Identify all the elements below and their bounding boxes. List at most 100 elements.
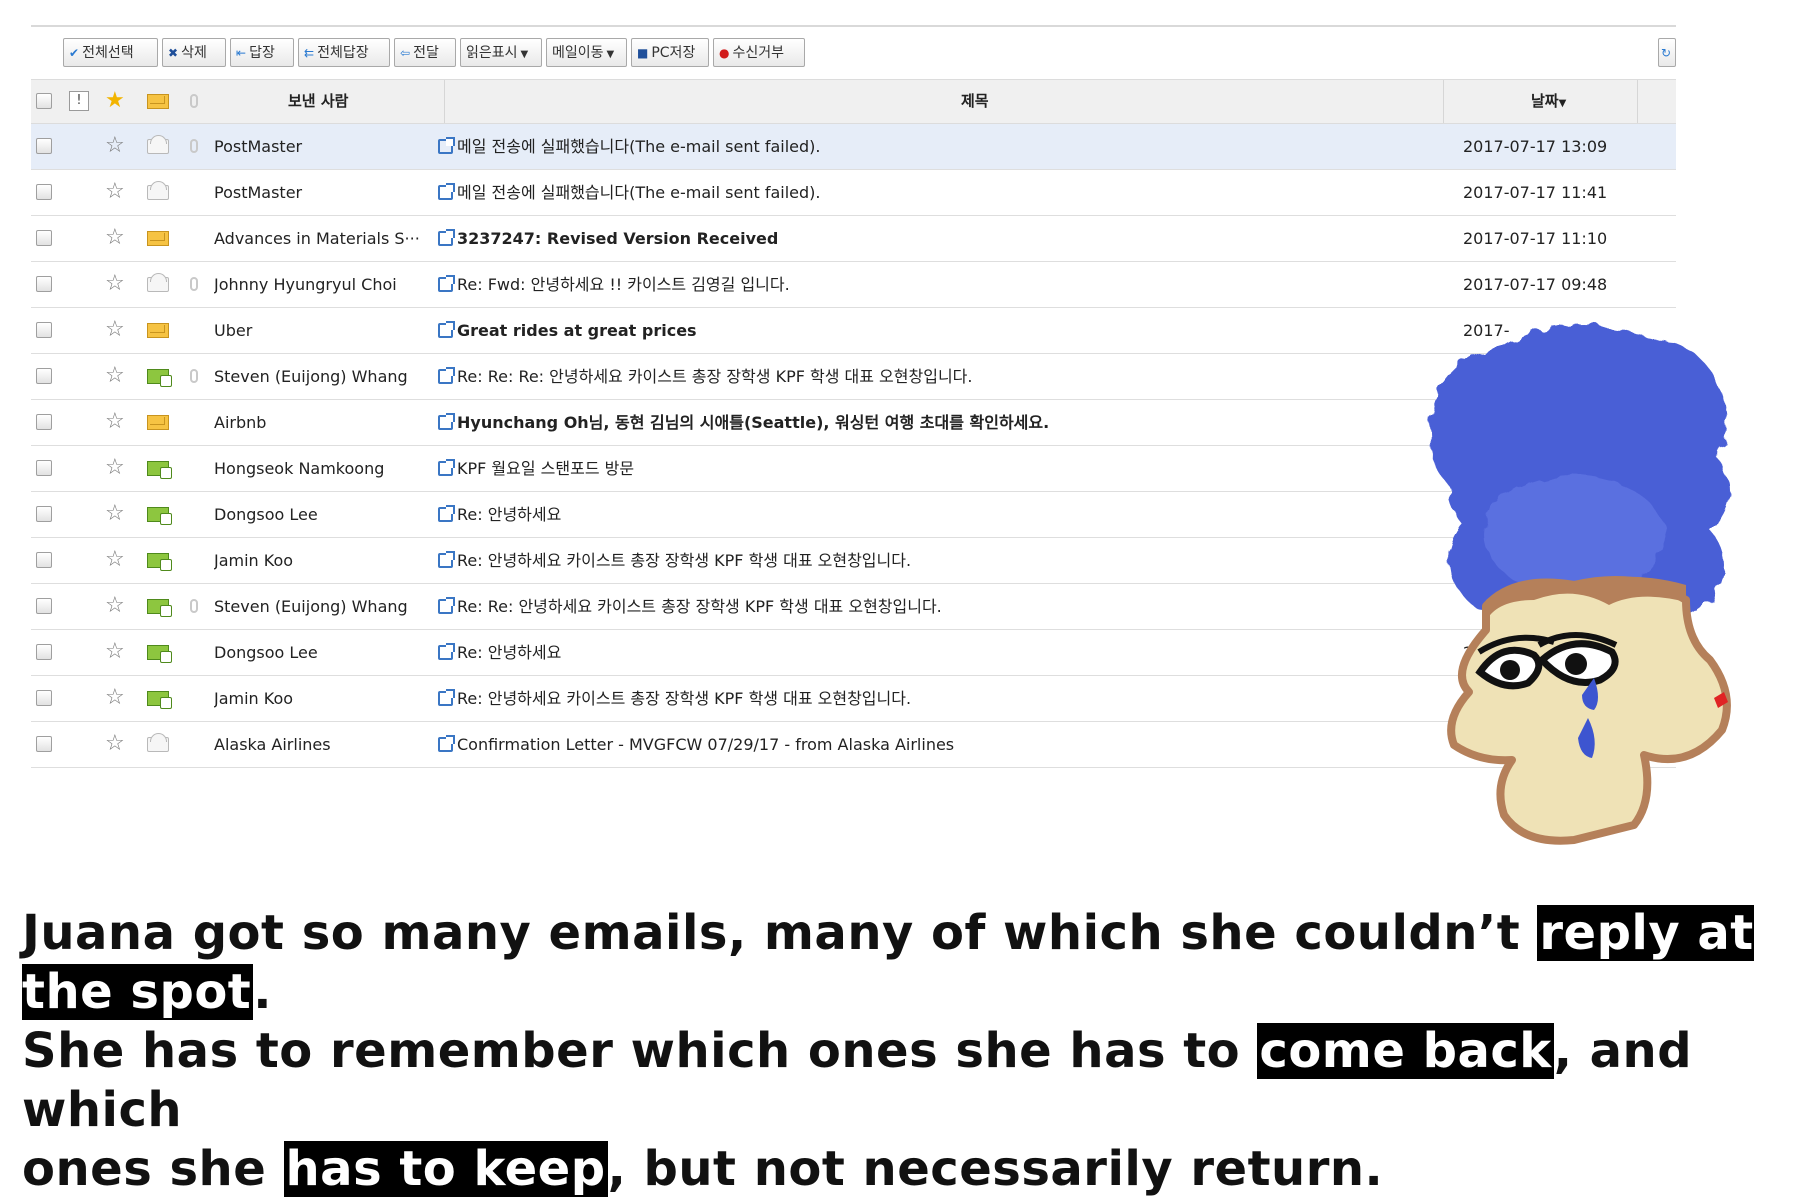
sender-name[interactable]: Dongsoo Lee xyxy=(214,492,419,537)
open-new-window-icon[interactable] xyxy=(438,459,455,476)
star-icon[interactable]: ☆ xyxy=(105,133,125,159)
star-icon[interactable]: ☆ xyxy=(105,593,125,619)
star-icon[interactable]: ☆ xyxy=(105,409,125,435)
subject-link[interactable]: Re: 안녕하세요 xyxy=(438,630,561,675)
x-icon: ✖ xyxy=(168,46,179,60)
star-icon[interactable]: ☆ xyxy=(105,501,125,527)
subject-column-header[interactable]: 제목 xyxy=(961,80,989,123)
row-checkbox[interactable] xyxy=(36,184,52,200)
attachment-header-icon[interactable] xyxy=(190,94,198,108)
move-mail-dropdown[interactable]: 메일이동 ▼ xyxy=(546,38,627,67)
subject-link[interactable]: Re: Re: 안녕하세요 카이스트 총장 장학생 KPF 학생 대표 오현창입… xyxy=(438,584,942,629)
open-new-window-icon[interactable] xyxy=(438,321,455,338)
row-checkbox[interactable] xyxy=(36,322,52,338)
importance-icon[interactable]: ! xyxy=(69,91,89,111)
save-icon: ■ xyxy=(637,46,649,60)
open-new-window-icon[interactable] xyxy=(438,597,455,614)
row-checkbox[interactable] xyxy=(36,506,52,522)
sender-name[interactable]: Steven (Euijong) Whang xyxy=(214,354,419,399)
sender-name[interactable]: PostMaster xyxy=(214,124,419,169)
caption-line-3: ones she has to keep, but not necessaril… xyxy=(22,1141,1384,1197)
subject-link[interactable]: Re: 안녕하세요 카이스트 총장 장학생 KPF 학생 대표 오현창입니다. xyxy=(438,538,911,583)
received-date: 2017-07-17 11:41 xyxy=(1463,183,1608,202)
face xyxy=(1447,576,1731,845)
envelope-icon xyxy=(147,733,169,752)
delete-button[interactable]: ✖ 삭제 xyxy=(162,38,226,67)
open-new-window-icon[interactable] xyxy=(438,551,455,568)
open-new-window-icon[interactable] xyxy=(438,229,455,246)
row-checkbox[interactable] xyxy=(36,736,52,752)
mail-row[interactable]: ☆ Advances in Materials S··· 3237247: Revi… xyxy=(31,216,1676,262)
open-new-window-icon[interactable] xyxy=(438,505,455,522)
star-icon[interactable]: ☆ xyxy=(105,363,125,389)
sender-name[interactable]: Uber xyxy=(214,308,419,353)
open-new-window-icon[interactable] xyxy=(438,183,455,200)
star-icon[interactable]: ☆ xyxy=(105,731,125,757)
row-checkbox[interactable] xyxy=(36,276,52,292)
star-icon[interactable]: ☆ xyxy=(105,547,125,573)
sender-name[interactable]: Dongsoo Lee xyxy=(214,630,419,675)
sender-name[interactable]: Alaska Airlines xyxy=(214,722,419,767)
subject-link[interactable]: Re: 안녕하세요 xyxy=(438,492,561,537)
subject-link[interactable]: Hyunchang Oh님, 동현 김님의 시애틀(Seattle), 워싱턴 … xyxy=(438,400,1049,445)
sender-name[interactable]: Jamin Koo xyxy=(214,676,419,721)
subject-link[interactable]: Re: Fwd: 안녕하세요 !! 카이스트 김영길 입니다. xyxy=(438,262,790,307)
subject-link[interactable]: 메일 전송에 실패했습니다(The e-mail sent failed). xyxy=(438,124,821,169)
mark-read-dropdown[interactable]: 읽은표시 ▼ xyxy=(460,38,542,67)
open-new-window-icon[interactable] xyxy=(438,275,455,292)
row-checkbox[interactable] xyxy=(36,690,52,706)
star-icon[interactable]: ☆ xyxy=(105,179,125,205)
star-header-icon[interactable]: ★ xyxy=(105,88,125,114)
envelope-icon xyxy=(147,135,169,154)
row-checkbox[interactable] xyxy=(36,138,52,154)
star-icon[interactable]: ☆ xyxy=(105,317,125,343)
sender-name[interactable]: Johnny Hyungryul Choi xyxy=(214,262,419,307)
row-checkbox[interactable] xyxy=(36,460,52,476)
select-all-button[interactable]: ✔ 전체선택 xyxy=(63,38,158,67)
sender-name[interactable]: Steven (Euijong) Whang xyxy=(214,584,419,629)
open-new-window-icon[interactable] xyxy=(438,367,455,384)
block-sender-button[interactable]: ● 수신거부 xyxy=(713,38,805,67)
open-new-window-icon[interactable] xyxy=(438,137,455,154)
row-checkbox[interactable] xyxy=(36,414,52,430)
sender-name[interactable]: Airbnb xyxy=(214,400,419,445)
subject-link[interactable]: Re: 안녕하세요 카이스트 총장 장학생 KPF 학생 대표 오현창입니다. xyxy=(438,676,911,721)
subject-link[interactable]: KPF 월요일 스탠포드 방문 xyxy=(438,446,634,491)
row-checkbox[interactable] xyxy=(36,230,52,246)
subject-link[interactable]: Confirmation Letter - MVGFCW 07/29/17 - … xyxy=(438,722,954,767)
open-new-window-icon[interactable] xyxy=(438,413,455,430)
open-new-window-icon[interactable] xyxy=(438,735,455,752)
reply-button[interactable]: ⇤ 답장 xyxy=(230,38,294,67)
subject-link[interactable]: Re: Re: Re: 안녕하세요 카이스트 총장 장학생 KPF 학생 대표 … xyxy=(438,354,972,399)
subject-link[interactable]: 3237247: Revised Version Received xyxy=(438,216,778,261)
save-to-pc-button[interactable]: ■ PC저장 xyxy=(631,38,709,67)
refresh-button[interactable]: ↻ xyxy=(1658,38,1676,67)
row-checkbox[interactable] xyxy=(36,368,52,384)
subject-link[interactable]: Great rides at great prices xyxy=(438,308,697,353)
forward-button[interactable]: ⇦ 전달 xyxy=(394,38,456,67)
open-new-window-icon[interactable] xyxy=(438,689,455,706)
sender-name[interactable]: PostMaster xyxy=(214,170,419,215)
subject-link[interactable]: 메일 전송에 실패했습니다(The e-mail sent failed). xyxy=(438,170,821,215)
sender-column-header[interactable]: 보낸 사람 xyxy=(288,80,348,123)
star-icon[interactable]: ☆ xyxy=(105,639,125,665)
star-icon[interactable]: ☆ xyxy=(105,685,125,711)
open-new-window-icon[interactable] xyxy=(438,643,455,660)
mail-row[interactable]: ☆ PostMaster 메일 전송에 실패했습니다(The e-mail sent… xyxy=(31,124,1676,170)
star-icon[interactable]: ☆ xyxy=(105,225,125,251)
sender-name[interactable]: Advances in Materials S··· xyxy=(214,216,419,261)
row-checkbox[interactable] xyxy=(36,552,52,568)
row-checkbox[interactable] xyxy=(36,644,52,660)
star-icon[interactable]: ☆ xyxy=(105,271,125,297)
sender-name[interactable]: Jamin Koo xyxy=(214,538,419,583)
dropdown-caret-icon: ▼ xyxy=(520,49,529,60)
mail-row[interactable]: ☆ PostMaster 메일 전송에 실패했습니다(The e-mail sent… xyxy=(31,170,1676,216)
row-checkbox[interactable] xyxy=(36,598,52,614)
select-all-checkbox[interactable] xyxy=(36,93,52,109)
date-column-header[interactable]: 날짜▼ xyxy=(1531,80,1566,123)
read-status-header-icon[interactable] xyxy=(147,94,169,109)
reply-all-button[interactable]: ⇇ 전체답장 xyxy=(298,38,390,67)
sender-name[interactable]: Hongseok Namkoong xyxy=(214,446,419,491)
attachment-icon xyxy=(190,599,198,613)
star-icon[interactable]: ☆ xyxy=(105,455,125,481)
